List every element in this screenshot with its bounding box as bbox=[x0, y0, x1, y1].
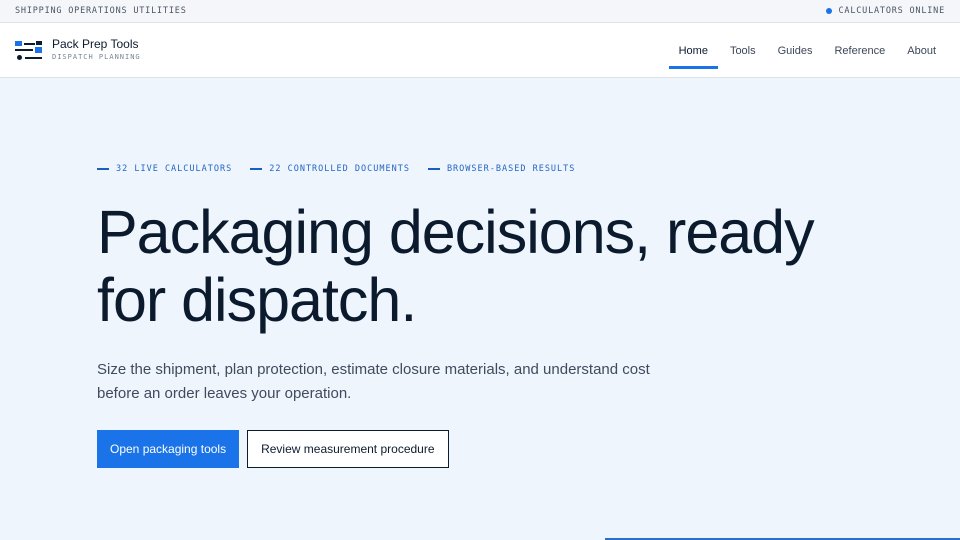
dash-icon bbox=[427, 168, 440, 170]
status-text: CALCULATORS ONLINE bbox=[838, 6, 945, 16]
utility-bar: SHIPPING OPERATIONS UTILITIES CALCULATOR… bbox=[0, 0, 960, 23]
brand-link[interactable]: Pack Prep Tools DISPATCH PLANNING bbox=[15, 37, 141, 63]
dash-icon bbox=[97, 168, 109, 170]
review-procedure-button[interactable]: Review measurement procedure bbox=[247, 430, 449, 468]
hero-section: 32 LIVE CALCULATORS 22 CONTROLLED DOCUME… bbox=[97, 164, 897, 468]
brand-subtitle: DISPATCH PLANNING bbox=[52, 53, 141, 61]
hero-tags: 32 LIVE CALCULATORS 22 CONTROLLED DOCUME… bbox=[97, 164, 897, 174]
nav-about[interactable]: About bbox=[897, 23, 946, 78]
hero-tag-label: 32 LIVE CALCULATORS bbox=[116, 164, 233, 174]
hero-tag: 32 LIVE CALCULATORS bbox=[97, 164, 232, 174]
nav-reference[interactable]: Reference bbox=[824, 23, 895, 78]
hero-tag: 22 CONTROLLED DOCUMENTS bbox=[250, 164, 410, 174]
main-nav: Home Tools Guides Reference About bbox=[667, 23, 946, 78]
open-tools-button[interactable]: Open packaging tools bbox=[97, 430, 240, 468]
site-header: Pack Prep Tools DISPATCH PLANNING Home T… bbox=[0, 23, 960, 78]
hero-actions: Open packaging tools Review measurement … bbox=[97, 430, 897, 468]
hero-tag-label: BROWSER-BASED RESULTS bbox=[446, 164, 576, 174]
hero-headline: Packaging decisions, ready for dispatch. bbox=[97, 198, 815, 334]
nav-tools[interactable]: Tools bbox=[720, 23, 766, 78]
utility-bar-label: SHIPPING OPERATIONS UTILITIES bbox=[15, 6, 187, 16]
hero-description: Size the shipment, plan protection, esti… bbox=[97, 361, 650, 402]
status-indicator: CALCULATORS ONLINE bbox=[826, 6, 945, 16]
brand-title: Pack Prep Tools bbox=[52, 37, 139, 51]
hero-tag-label: 22 CONTROLLED DOCUMENTS bbox=[269, 164, 410, 174]
nav-guides[interactable]: Guides bbox=[768, 23, 823, 78]
nav-home[interactable]: Home bbox=[668, 23, 719, 78]
dash-icon bbox=[250, 168, 263, 170]
logo-icon bbox=[15, 41, 43, 63]
hero-tag: BROWSER-BASED RESULTS bbox=[427, 164, 576, 174]
status-dot-icon bbox=[826, 8, 833, 14]
